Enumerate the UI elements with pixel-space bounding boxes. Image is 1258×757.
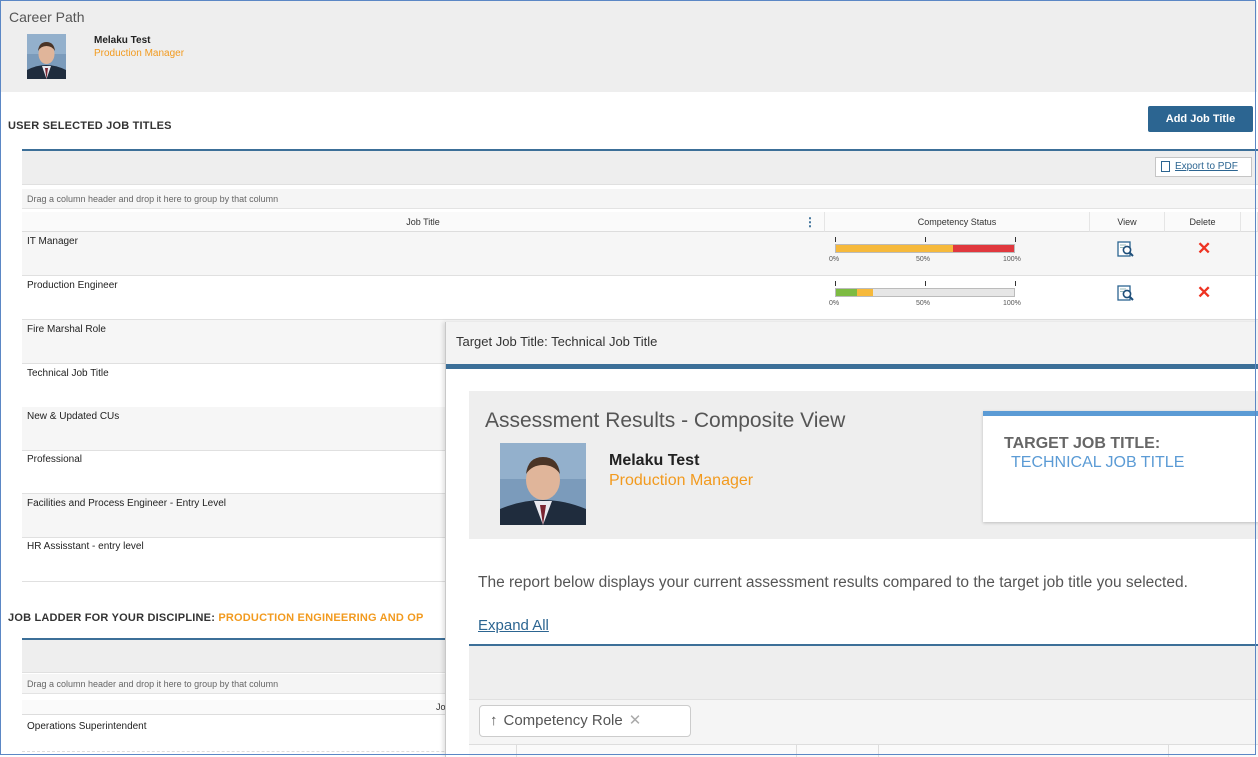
bar-scale-label: 0% <box>829 256 840 263</box>
view-report-icon[interactable] <box>1117 285 1135 301</box>
ladder-grid-toolbar <box>22 640 446 673</box>
job-title-cell: Fire Marshal Role <box>27 324 106 335</box>
bar-segment <box>953 245 1014 252</box>
column-header-job-title[interactable]: Job Title ⋮ <box>22 212 825 232</box>
job-title-cell: Technical Job Title <box>27 368 109 379</box>
sort-up-icon[interactable]: ↑ <box>490 712 498 729</box>
bar-scale-label: 0% <box>829 300 840 307</box>
bar-scale-label: 50% <box>916 256 931 263</box>
competency-status-bar: 0% 50% 100% <box>829 235 1029 265</box>
job-title-cell: Production Engineer <box>27 280 118 291</box>
dialog-titlebar[interactable]: Target Job Title: Technical Job Title <box>446 322 1258 365</box>
column-header-view[interactable]: View <box>1090 212 1165 232</box>
job-title-cell: HR Assisstant - entry level <box>27 541 144 552</box>
target-job-title-dialog[interactable]: Target Job Title: Technical Job Title As… <box>445 322 1258 757</box>
target-job-title-card: TARGET JOB TITLE: TECHNICAL JOB TITLE <box>983 411 1258 522</box>
user-avatar <box>27 34 66 79</box>
user-selected-section-title: USER SELECTED JOB TITLES <box>8 120 172 132</box>
add-job-title-button[interactable]: Add Job Title <box>1148 106 1253 132</box>
job-title-cell: New & Updated CUs <box>27 411 120 422</box>
dialog-title: Target Job Title: Technical Job Title <box>456 334 658 349</box>
dialog-column-header[interactable] <box>517 744 797 757</box>
bar-tick <box>835 281 837 286</box>
column-header-delete[interactable]: Delete <box>1165 212 1241 232</box>
user-role: Production Manager <box>94 48 185 59</box>
bar-tick <box>925 237 927 242</box>
discipline-name: PRODUCTION ENGINEERING AND OP <box>218 612 424 624</box>
pdf-icon <box>1161 161 1170 172</box>
page-title: Career Path <box>9 9 85 25</box>
group-chip-label: Competency Role <box>503 712 623 729</box>
bar-track <box>835 244 1015 253</box>
dialog-column-header[interactable] <box>469 744 517 757</box>
dialog-accent-line <box>446 364 1258 369</box>
bar-segment <box>836 289 858 296</box>
bar-tick <box>835 237 837 242</box>
bar-track <box>835 288 1015 297</box>
dialog-user-name: Melaku Test <box>609 452 700 469</box>
ladder-group-by-hint[interactable]: Drag a column header and drop it here to… <box>22 674 446 694</box>
job-ladder-label: JOB LADDER FOR YOUR DISCIPLINE: <box>8 612 216 624</box>
job-title-cell: Facilities and Process Engineer - Entry … <box>27 498 226 509</box>
ladder-row-title: Operations Superintendent <box>27 721 147 732</box>
bar-scale-label: 100% <box>1003 256 1021 263</box>
export-to-pdf-button[interactable]: Export to PDF <box>1155 157 1252 177</box>
user-avatar-large <box>500 443 586 525</box>
bar-scale-label: 50% <box>916 300 931 307</box>
bar-tick <box>1015 237 1017 242</box>
bar-segment <box>857 289 874 296</box>
career-path-header: Career Path Melaku Test Production Manag… <box>1 1 1257 92</box>
dialog-column-header[interactable] <box>879 744 1169 757</box>
dialog-grid-toolbar <box>469 646 1258 700</box>
bar-tick <box>925 281 927 286</box>
column-header-scroll-spacer <box>1241 212 1258 232</box>
ladder-column-header[interactable]: Jo <box>22 700 446 715</box>
view-report-icon[interactable] <box>1117 241 1135 257</box>
expand-all-link[interactable]: Expand All <box>478 617 549 634</box>
dialog-column-header[interactable] <box>1169 744 1258 757</box>
target-job-title-value: TECHNICAL JOB TITLE <box>1011 454 1185 471</box>
group-by-hint[interactable]: Drag a column header and drop it here to… <box>22 189 1258 209</box>
column-label: Job Title <box>406 217 440 227</box>
export-label: Export to PDF <box>1175 161 1238 172</box>
job-ladder-section-title: JOB LADDER FOR YOUR DISCIPLINE: PRODUCTI… <box>8 612 424 624</box>
delete-icon[interactable]: ✕ <box>1197 284 1211 301</box>
remove-group-icon[interactable]: ✕ <box>629 712 642 729</box>
dialog-user-role: Production Manager <box>609 472 754 489</box>
assessment-title: Assessment Results - Composite View <box>485 409 846 432</box>
column-header-competency-status[interactable]: Competency Status <box>825 212 1090 232</box>
job-title-cell: IT Manager <box>27 236 78 247</box>
bar-tick <box>1015 281 1017 286</box>
report-description: The report below displays your current a… <box>478 574 1188 591</box>
target-job-title-label: TARGET JOB TITLE: <box>1004 435 1161 452</box>
grid-toolbar <box>22 151 1258 185</box>
assessment-summary-panel: Assessment Results - Composite View Mela… <box>469 391 1258 539</box>
table-row[interactable]: IT Manager <box>22 232 1258 276</box>
delete-icon[interactable]: ✕ <box>1197 240 1211 257</box>
user-name: Melaku Test <box>94 35 151 46</box>
table-row[interactable]: Production Engineer <box>22 276 1258 320</box>
column-menu-icon[interactable]: ⋮ <box>804 212 816 232</box>
dialog-column-header[interactable] <box>797 744 879 757</box>
job-title-cell: Professional <box>27 454 83 465</box>
bar-scale-label: 100% <box>1003 300 1021 307</box>
group-chip-competency-role[interactable]: ↑ Competency Role ✕ <box>479 705 691 737</box>
competency-status-bar: 0% 50% 100% <box>829 279 1029 309</box>
bar-segment <box>836 245 954 252</box>
